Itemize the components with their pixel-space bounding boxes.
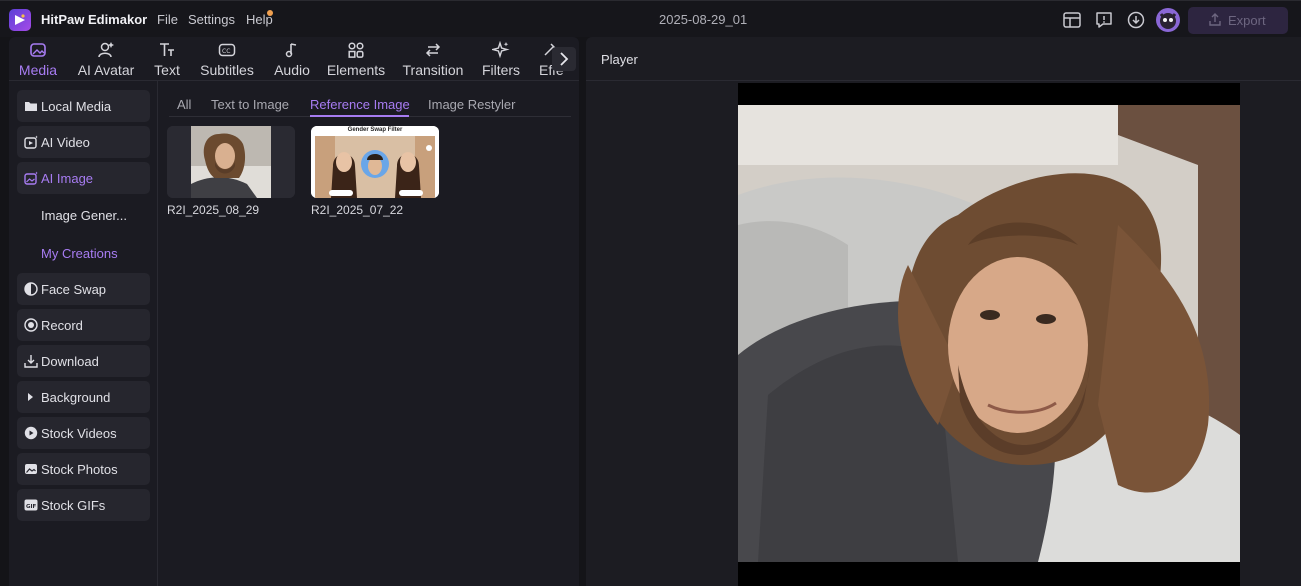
sidebar-item-stock-photos[interactable]: Stock Photos: [17, 453, 150, 485]
export-button[interactable]: Export: [1188, 7, 1288, 34]
export-icon: [1209, 13, 1221, 26]
sub-tabs: All Text to Image Reference Image Image …: [169, 81, 571, 117]
media-panel: Media AI Avatar Text CC Subtitles Audio …: [9, 37, 579, 586]
subtab-image-restyler[interactable]: Image Restyler: [428, 97, 515, 112]
chevron-right-icon: [560, 52, 569, 66]
media-thumbnail-label: R2I_2025_07_22: [311, 203, 404, 217]
menu-file[interactable]: File: [157, 12, 178, 27]
tab-media[interactable]: Media: [11, 37, 65, 81]
media-icon: [30, 43, 46, 57]
subtab-text-to-image[interactable]: Text to Image: [211, 97, 289, 112]
menu-settings[interactable]: Settings: [188, 12, 235, 27]
elements-icon: [348, 42, 364, 58]
subtab-all[interactable]: All: [177, 97, 191, 112]
app-logo: [9, 9, 31, 31]
media-sidebar: Local Media AI Video AI Image Image Gene…: [9, 81, 158, 586]
tab-ai-avatar[interactable]: AI Avatar: [71, 37, 141, 81]
thumbnail-image: [167, 126, 295, 198]
tab-label: Transition: [402, 62, 464, 78]
tab-label: Filters: [481, 62, 521, 78]
sidebar-item-label: Download: [41, 354, 99, 369]
sidebar-item-ai-video[interactable]: AI Video: [17, 126, 150, 158]
sidebar-item-local-media[interactable]: Local Media: [17, 90, 150, 122]
media-thumbnail-label: R2I_2025_08_29: [167, 203, 260, 217]
tab-label: AI Avatar: [77, 62, 135, 78]
svg-text:CC: CC: [222, 48, 230, 55]
transition-icon: [425, 43, 441, 57]
sidebar-item-record[interactable]: Record: [17, 309, 150, 341]
document-title: 2025-08-29_01: [659, 12, 748, 27]
user-avatar[interactable]: [1156, 8, 1180, 32]
sidebar-item-stock-gifs[interactable]: GIF Stock GIFs: [17, 489, 150, 521]
tab-elements[interactable]: Elements: [325, 37, 387, 81]
tab-label: Audio: [274, 62, 310, 78]
tab-text[interactable]: Text: [148, 37, 186, 81]
photo-icon: [25, 464, 37, 474]
tab-audio[interactable]: Audio: [269, 37, 315, 81]
download-circle-icon[interactable]: [1126, 10, 1146, 30]
tab-filters[interactable]: Filters: [479, 37, 523, 81]
record-icon: [24, 318, 38, 332]
sidebar-item-background[interactable]: Background: [17, 381, 150, 413]
audio-icon: [285, 43, 297, 58]
thumbnail-image: [311, 126, 439, 198]
svg-text:GIF: GIF: [26, 504, 37, 510]
sidebar-item-download[interactable]: Download: [17, 345, 150, 377]
tab-label: Elements: [326, 62, 386, 78]
sidebar-item-face-swap[interactable]: Face Swap: [17, 273, 150, 305]
player-header: Player: [586, 37, 1301, 81]
preview-image: [738, 105, 1240, 562]
sidebar-item-label: AI Video: [41, 135, 90, 150]
ai-video-icon: [24, 135, 38, 149]
sidebar-subitem-my-creations[interactable]: My Creations: [41, 246, 118, 261]
gif-icon: GIF: [24, 499, 38, 511]
tab-subtitles[interactable]: CC Subtitles: [195, 37, 259, 81]
player-title: Player: [601, 52, 638, 67]
sidebar-item-label: Face Swap: [41, 282, 107, 297]
active-subtab-indicator: [310, 115, 409, 117]
tabs-scroll-right-button[interactable]: [552, 47, 576, 71]
filters-icon: [492, 41, 510, 59]
sidebar-item-label: Stock Videos: [41, 426, 117, 441]
sidebar-item-label: Background: [41, 390, 111, 405]
app-window: HitPaw Edimakor File Settings Help 2025-…: [0, 0, 1301, 586]
title-bar: HitPaw Edimakor File Settings Help 2025-…: [0, 0, 1301, 37]
sidebar-item-stock-videos[interactable]: Stock Videos: [17, 417, 150, 449]
tab-label: Text: [154, 62, 180, 78]
ai-image-icon: [24, 171, 38, 185]
sidebar-subitem-image-generator[interactable]: Image Gener...: [41, 208, 127, 223]
app-name: HitPaw Edimakor: [41, 12, 148, 27]
thumbnail-caption: Gender Swap Filter: [347, 127, 403, 133]
sidebar-item-label: AI Image: [41, 171, 94, 186]
folder-icon: [25, 102, 37, 111]
player-panel: Player: [586, 37, 1301, 586]
download-icon: [24, 355, 38, 368]
tab-transition[interactable]: Transition: [400, 37, 466, 81]
export-label: Export: [1228, 13, 1266, 28]
face-swap-icon: [24, 282, 38, 296]
sidebar-item-label: Stock GIFs: [41, 498, 106, 513]
text-icon: [160, 43, 174, 56]
media-content: All Text to Image Reference Image Image …: [159, 81, 579, 586]
media-thumbnail[interactable]: [167, 126, 295, 198]
sidebar-item-label: Local Media: [41, 99, 112, 114]
sidebar-item-ai-image[interactable]: AI Image: [17, 162, 150, 194]
layout-icon[interactable]: [1062, 10, 1082, 30]
sidebar-item-label: Record: [41, 318, 83, 333]
media-thumbnail[interactable]: Gender Swap Filter: [311, 126, 439, 198]
notification-dot: [267, 10, 273, 16]
tab-label: Subtitles: [200, 62, 254, 78]
player-preview[interactable]: [738, 83, 1240, 586]
tab-label: Media: [18, 62, 58, 78]
subtab-reference-image[interactable]: Reference Image: [310, 97, 410, 112]
ai-avatar-icon: [98, 42, 114, 58]
sidebar-item-label: Stock Photos: [41, 462, 118, 477]
feedback-icon[interactable]: [1094, 10, 1114, 30]
subtitles-icon: CC: [218, 43, 236, 57]
play-circle-icon: [24, 426, 38, 440]
main-tabs: Media AI Avatar Text CC Subtitles Audio …: [9, 37, 579, 81]
caret-right-icon: [28, 393, 33, 401]
